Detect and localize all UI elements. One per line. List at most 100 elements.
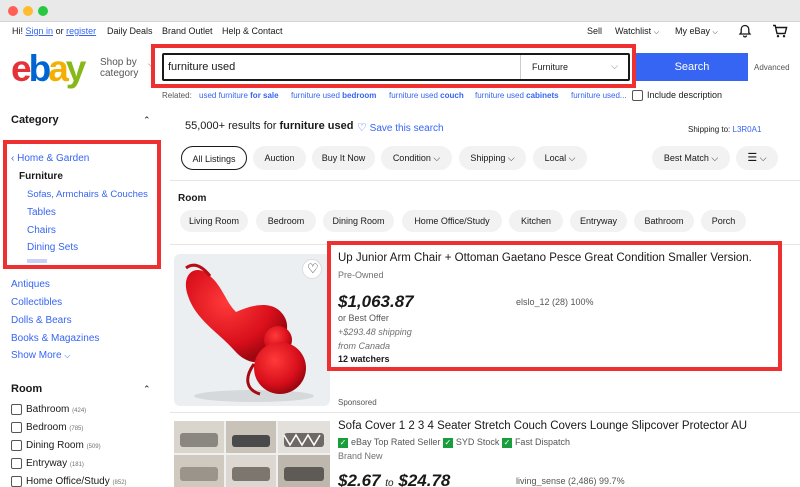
- postal-code[interactable]: L3R0A1: [733, 125, 762, 134]
- sign-in-link[interactable]: Sign in: [26, 26, 54, 36]
- sidebar-item-sofas[interactable]: Sofas, Armchairs & Couches: [27, 189, 148, 200]
- room-filter-dining-room[interactable]: Dining Room (509): [11, 440, 101, 451]
- maximize-window-button[interactable]: [38, 6, 48, 16]
- filter-label: Condition: [392, 153, 431, 163]
- room-count: (181): [69, 462, 84, 469]
- my-ebay-link[interactable]: My eBay ⌵: [675, 26, 718, 37]
- search-input[interactable]: [168, 57, 518, 77]
- checkbox[interactable]: [11, 404, 22, 415]
- filter-local[interactable]: Local ⌵: [533, 146, 587, 170]
- related-link[interactable]: furniture used...: [571, 91, 627, 100]
- filter-shipping[interactable]: Shipping ⌵: [459, 146, 526, 170]
- listing-condition: Brand New: [338, 451, 383, 461]
- price-to-word: to: [385, 478, 394, 487]
- chevron-down-icon: ⌵: [148, 59, 155, 69]
- window-titlebar: [0, 0, 800, 22]
- checkbox[interactable]: [11, 440, 22, 451]
- sidebar-item-chairs[interactable]: Chairs: [27, 225, 56, 236]
- show-more-link[interactable]: Show More ⌵: [11, 350, 70, 361]
- related-link[interactable]: furniture used bedroom: [291, 91, 376, 100]
- checkbox[interactable]: [11, 422, 22, 433]
- checkbox[interactable]: [11, 458, 22, 469]
- list-view-icon: ☰: [747, 152, 758, 164]
- shop-by-category-button[interactable]: Shop by category ⌵: [100, 57, 155, 79]
- help-contact-link[interactable]: Help & Contact: [222, 26, 283, 36]
- category-select-value: Furniture: [532, 62, 569, 72]
- sidebar-item-dining-sets[interactable]: Dining Sets: [27, 242, 78, 253]
- shipping-cost: +$293.48 shipping: [338, 327, 412, 337]
- room-filter-bathroom[interactable]: Bathroom (424): [11, 404, 86, 415]
- category-label: category: [100, 68, 139, 79]
- room-pill-kitchen[interactable]: Kitchen: [509, 210, 563, 232]
- room-filter-bedroom[interactable]: Bedroom (785): [11, 422, 83, 433]
- best-offer-text: or Best Offer: [338, 313, 389, 323]
- view-toggle[interactable]: ☰ ⌵: [736, 146, 778, 170]
- chevron-down-icon: ⌵: [653, 29, 659, 36]
- related-link-bold: bedroom: [342, 91, 377, 100]
- room-pill-entryway[interactable]: Entryway: [570, 210, 627, 232]
- filter-condition[interactable]: Condition ⌵: [381, 146, 452, 170]
- sofa-cover-image: [174, 421, 330, 487]
- related-link[interactable]: furniture used couch: [389, 91, 464, 100]
- sidebar-item-antiques[interactable]: Antiques: [11, 279, 50, 290]
- room-pill-home-office[interactable]: Home Office/Study: [402, 210, 502, 232]
- filter-label: Local: [544, 153, 567, 163]
- room-label: Bedroom: [26, 422, 67, 434]
- brand-outlet-link[interactable]: Brand Outlet: [162, 26, 213, 36]
- sidebar-item-furniture[interactable]: Furniture: [19, 171, 63, 182]
- sidebar-item-tables[interactable]: Tables: [27, 207, 56, 218]
- listing-title[interactable]: Sofa Cover 1 2 3 4 Seater Stretch Couch …: [338, 420, 747, 432]
- sidebar-item-home-garden[interactable]: ‹ Home & Garden: [11, 153, 89, 164]
- watchlist-link[interactable]: Watchlist ⌵: [615, 26, 659, 37]
- room-label: Home Office/Study: [26, 476, 110, 487]
- divider: [170, 244, 800, 245]
- filter-all-listings[interactable]: All Listings: [181, 146, 247, 170]
- listing-title[interactable]: Up Junior Arm Chair + Ottoman Gaetano Pe…: [338, 252, 752, 264]
- include-description-checkbox[interactable]: [632, 90, 643, 102]
- related-label: Related:: [162, 91, 192, 100]
- checkbox[interactable]: [11, 476, 22, 487]
- shipping-to[interactable]: Shipping to: L3R0A1: [688, 125, 761, 134]
- notification-bell-icon[interactable]: [738, 24, 752, 38]
- register-link[interactable]: register: [66, 26, 96, 36]
- room-pill-living-room[interactable]: Living Room: [180, 210, 248, 232]
- watch-button[interactable]: ♡: [302, 259, 322, 279]
- room-filter-entryway[interactable]: Entryway (181): [11, 458, 84, 469]
- ebay-logo[interactable]: ebay: [11, 50, 86, 87]
- search-bar: Furniture ⌵: [162, 53, 630, 81]
- category-heading: Category: [11, 114, 59, 126]
- room-pill-bathroom[interactable]: Bathroom: [634, 210, 694, 232]
- divider: [170, 180, 800, 181]
- save-search-button[interactable]: ♡ Save this search: [357, 121, 444, 134]
- chevron-up-icon[interactable]: ⌃: [143, 115, 151, 126]
- cart-icon[interactable]: [772, 24, 788, 38]
- room-label: Entryway: [26, 458, 68, 470]
- search-button[interactable]: Search: [636, 53, 748, 81]
- room-pill-porch[interactable]: Porch: [701, 210, 746, 232]
- shop-by-label: Shop by: [100, 57, 137, 68]
- minimize-window-button[interactable]: [23, 6, 33, 16]
- advanced-search-link[interactable]: Advanced: [754, 63, 790, 72]
- filter-buy-it-now[interactable]: Buy It Now: [312, 146, 375, 170]
- related-link-text: furniture used: [291, 91, 343, 100]
- room-pill-bedroom[interactable]: Bedroom: [256, 210, 316, 232]
- shipping-to-label: Shipping to:: [688, 125, 731, 134]
- include-description-toggle[interactable]: Include description: [632, 90, 722, 102]
- sidebar-item-dolls-bears[interactable]: Dolls & Bears: [11, 315, 72, 326]
- close-window-button[interactable]: [8, 6, 18, 16]
- seller-info: living_sense (2,486) 99.7%: [516, 476, 625, 486]
- sell-link[interactable]: Sell: [587, 26, 602, 36]
- daily-deals-link[interactable]: Daily Deals: [107, 26, 153, 36]
- category-select[interactable]: Furniture ⌵: [520, 55, 628, 79]
- room-filter-home-office[interactable]: Home Office/Study (852): [11, 476, 127, 487]
- chevron-up-icon[interactable]: ⌃: [143, 384, 151, 395]
- listing-image[interactable]: [174, 421, 330, 487]
- filter-auction[interactable]: Auction: [253, 146, 306, 170]
- sort-select[interactable]: Best Match ⌵: [652, 146, 730, 170]
- related-link[interactable]: furniture used cabinets: [475, 91, 559, 100]
- related-link[interactable]: used furniture for sale: [199, 91, 279, 100]
- room-pill-dining-room[interactable]: Dining Room: [323, 210, 394, 232]
- sidebar-item-books[interactable]: Books & Magazines: [11, 333, 99, 344]
- filter-label: Shipping: [470, 153, 506, 163]
- sidebar-item-collectibles[interactable]: Collectibles: [11, 297, 62, 308]
